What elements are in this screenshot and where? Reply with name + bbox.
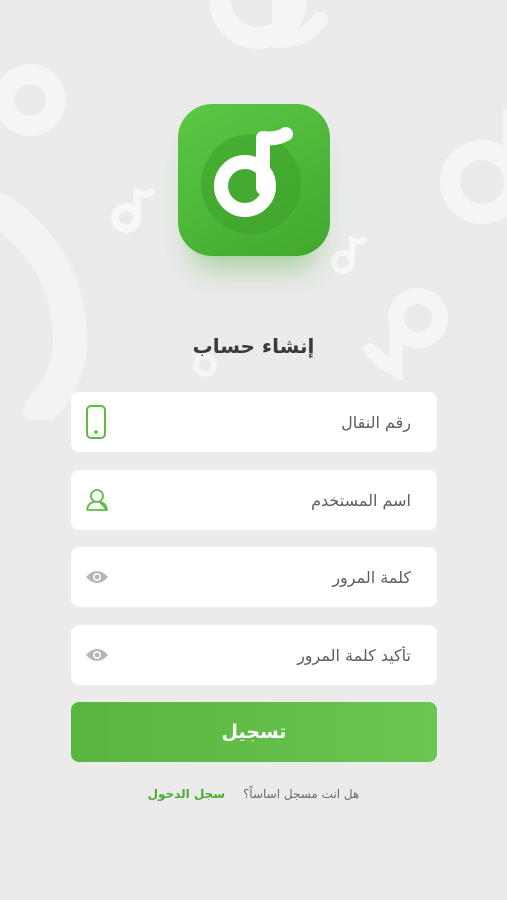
- confirm-password-field-container: [71, 625, 437, 685]
- app-logo: [178, 104, 330, 256]
- phone-icon: [85, 405, 107, 439]
- confirm-password-input[interactable]: [131, 625, 411, 685]
- password-field-container: [71, 547, 437, 607]
- background-note-icon: [360, 270, 460, 380]
- user-icon: [85, 488, 109, 512]
- register-button[interactable]: تسجيل: [71, 702, 437, 762]
- music-note-icon: [201, 127, 301, 234]
- background-note-icon: [420, 110, 507, 250]
- password-input[interactable]: [131, 547, 411, 607]
- username-field-container: [71, 470, 437, 530]
- page-title: إنشاء حساب: [192, 334, 315, 358]
- eye-icon[interactable]: [85, 647, 109, 663]
- mobile-field-container: [71, 392, 437, 452]
- login-link[interactable]: سجل الدخول: [148, 787, 225, 801]
- eye-icon[interactable]: [85, 569, 109, 585]
- background-note-icon: [328, 234, 368, 280]
- username-input[interactable]: [131, 470, 411, 530]
- background-note-icon: [0, 60, 110, 420]
- login-question: هل انت مسجل اساساً؟: [242, 787, 360, 801]
- mobile-input[interactable]: [131, 392, 411, 452]
- login-prompt: هل انت مسجل اساساً؟ سجل الدخول: [0, 787, 507, 801]
- background-note-icon: [106, 184, 156, 240]
- background-note-icon: [190, 0, 340, 80]
